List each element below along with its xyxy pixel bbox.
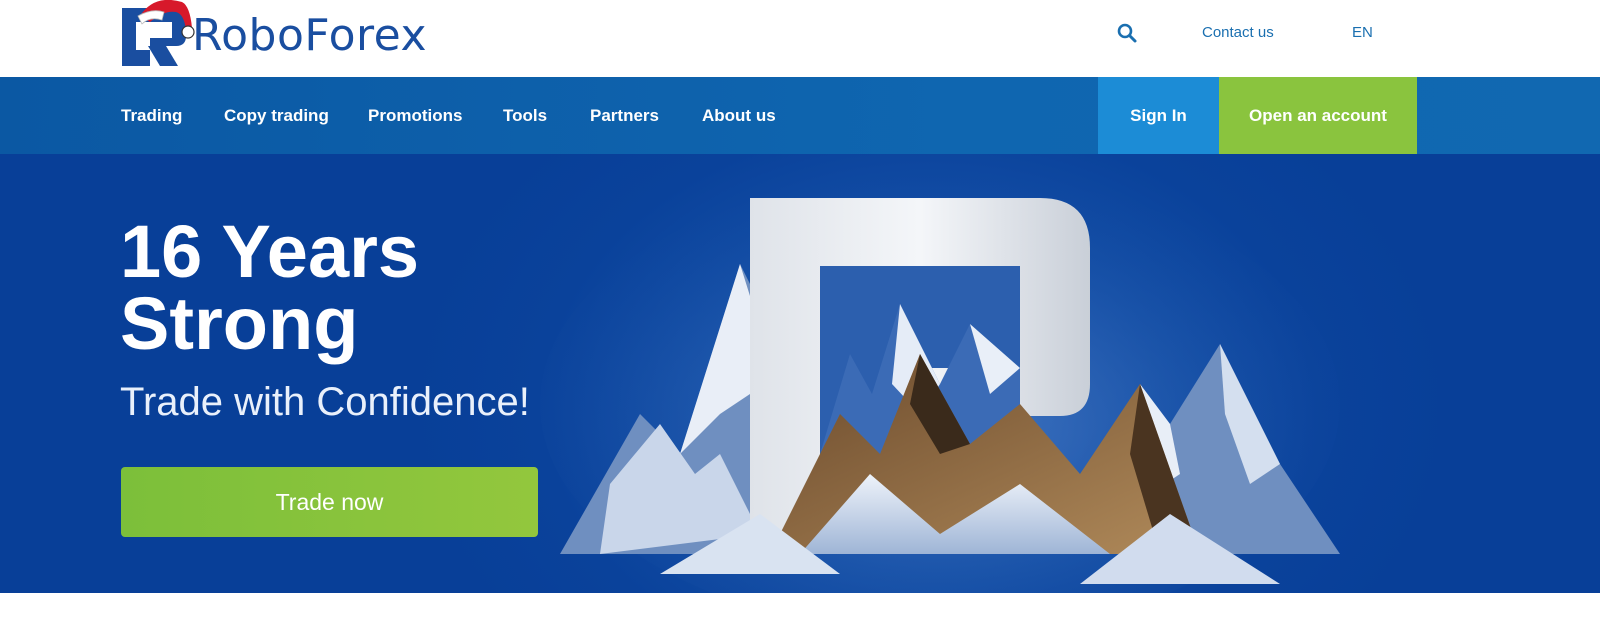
nav-item-partners[interactable]: Partners — [590, 106, 659, 126]
mountain-logo-illustration — [540, 174, 1340, 593]
hero-subtitle: Trade with Confidence! — [120, 380, 530, 424]
page-content-area — [0, 593, 1600, 633]
nav-item-about-us[interactable]: About us — [702, 106, 776, 126]
language-selector[interactable]: EN — [1352, 24, 1373, 41]
nav-item-tools[interactable]: Tools — [503, 106, 547, 126]
nav-item-promotions[interactable]: Promotions — [368, 106, 462, 126]
roboforex-logo[interactable]: RoboForex — [120, 0, 440, 70]
hero-title: 16 Years Strong — [120, 210, 420, 365]
hero-banner: 16 Years Strong Trade with Confidence! T… — [0, 154, 1600, 593]
sign-in-button[interactable]: Sign In — [1098, 77, 1219, 154]
search-icon[interactable] — [1116, 22, 1138, 44]
contact-us-link[interactable]: Contact us — [1202, 24, 1274, 41]
top-header: RoboForex Contact us EN — [0, 0, 1600, 77]
nav-item-copy-trading[interactable]: Copy trading — [224, 106, 329, 126]
nav-item-trading[interactable]: Trading — [121, 106, 182, 126]
main-navigation: Trading Copy trading Promotions Tools Pa… — [0, 77, 1600, 154]
logo-wordmark: RoboForex — [192, 10, 427, 61]
trade-now-button[interactable]: Trade now — [121, 467, 538, 537]
open-account-button[interactable]: Open an account — [1219, 77, 1417, 154]
logo-mark-icon — [122, 0, 195, 66]
